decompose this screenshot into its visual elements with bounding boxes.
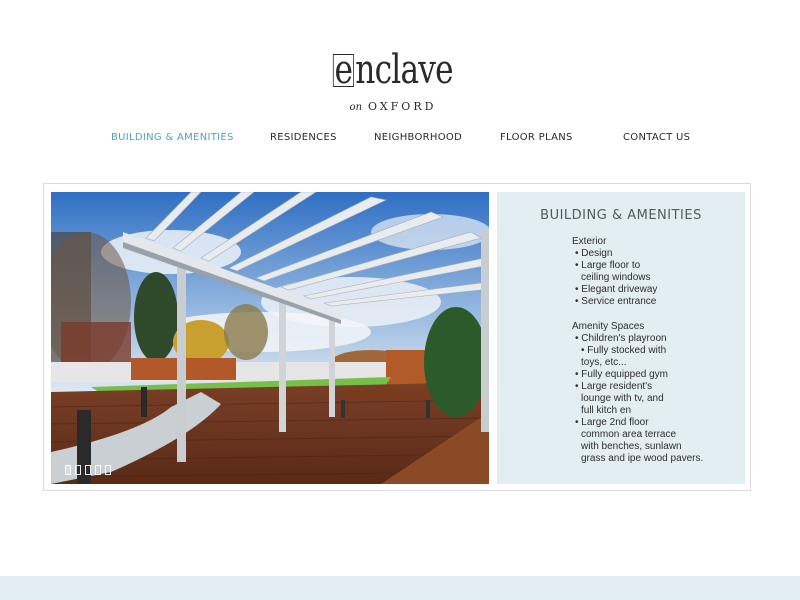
footer-band <box>0 576 800 600</box>
logo-wordmark-rest: nclave <box>355 47 453 93</box>
main-nav: BUILDING & AMENITIES RESIDENCES NEIGHBOR… <box>0 132 800 148</box>
list-item: • Service entrance <box>575 296 657 307</box>
list-item-continued: lounge with tv, and <box>581 393 664 404</box>
nav-residences[interactable]: RESIDENCES <box>270 132 337 143</box>
nav-building-amenities[interactable]: BUILDING & AMENITIES <box>111 132 234 143</box>
list-item-continued: with benches, sunlawn <box>581 441 682 452</box>
nav-neighborhood[interactable]: NEIGHBORHOOD <box>374 132 462 143</box>
slide-indicator[interactable] <box>95 465 101 475</box>
list-item: • Elegant driveway <box>575 284 658 295</box>
logo-oxford: OXFORD <box>368 100 437 113</box>
list-item-continued: toys, etc... <box>581 357 627 368</box>
list-item: • Design <box>575 248 613 259</box>
logo-boxed-letter: e <box>333 47 354 93</box>
exterior-group: Exterior • Design • Large floor to ceili… <box>572 236 703 308</box>
info-title: BUILDING & AMENITIES <box>540 208 702 223</box>
slider-pagination <box>65 465 111 475</box>
logo-wordmark: enclave <box>333 47 454 93</box>
nav-contact-us[interactable]: CONTACT US <box>623 132 690 143</box>
amenities-group: Amenity Spaces • Children's playroon • F… <box>572 321 703 465</box>
nav-floor-plans[interactable]: FLOOR PLANS <box>500 132 573 143</box>
logo-subtitle: on OXFORD <box>0 100 786 113</box>
list-item-continued: ceiling windows <box>581 272 651 283</box>
list-sub-item: • Fully stocked with <box>581 345 667 356</box>
photo-slider[interactable] <box>51 192 489 484</box>
amenities-heading: Amenity Spaces <box>572 321 645 332</box>
list-item-continued: full kitch en <box>581 405 632 416</box>
list-item: • Children's playroon <box>575 333 667 344</box>
list-item: • Large resident's <box>575 381 653 392</box>
list-item: • Fully equipped gym <box>575 369 668 380</box>
slide-indicator[interactable] <box>85 465 91 475</box>
slide-indicator[interactable] <box>65 465 71 475</box>
list-item: • Large floor to <box>575 260 641 271</box>
info-body: Exterior • Design • Large floor to ceili… <box>572 236 703 465</box>
list-item: • Large 2nd floor <box>575 417 649 428</box>
slide-indicator[interactable] <box>105 465 111 475</box>
page: enclave on OXFORD BUILDING & AMENITIES RE… <box>0 0 800 600</box>
site-logo[interactable]: enclave on OXFORD <box>0 50 786 113</box>
slide-indicator[interactable] <box>75 465 81 475</box>
logo-on: on <box>349 102 363 113</box>
info-panel: BUILDING & AMENITIES Exterior • Design •… <box>497 192 745 484</box>
rooftop-pergola-photo <box>51 192 489 484</box>
exterior-heading: Exterior <box>572 236 607 247</box>
list-item-continued: common area terrace <box>581 429 677 440</box>
list-item-continued: grass and ipe wood pavers. <box>581 453 704 464</box>
